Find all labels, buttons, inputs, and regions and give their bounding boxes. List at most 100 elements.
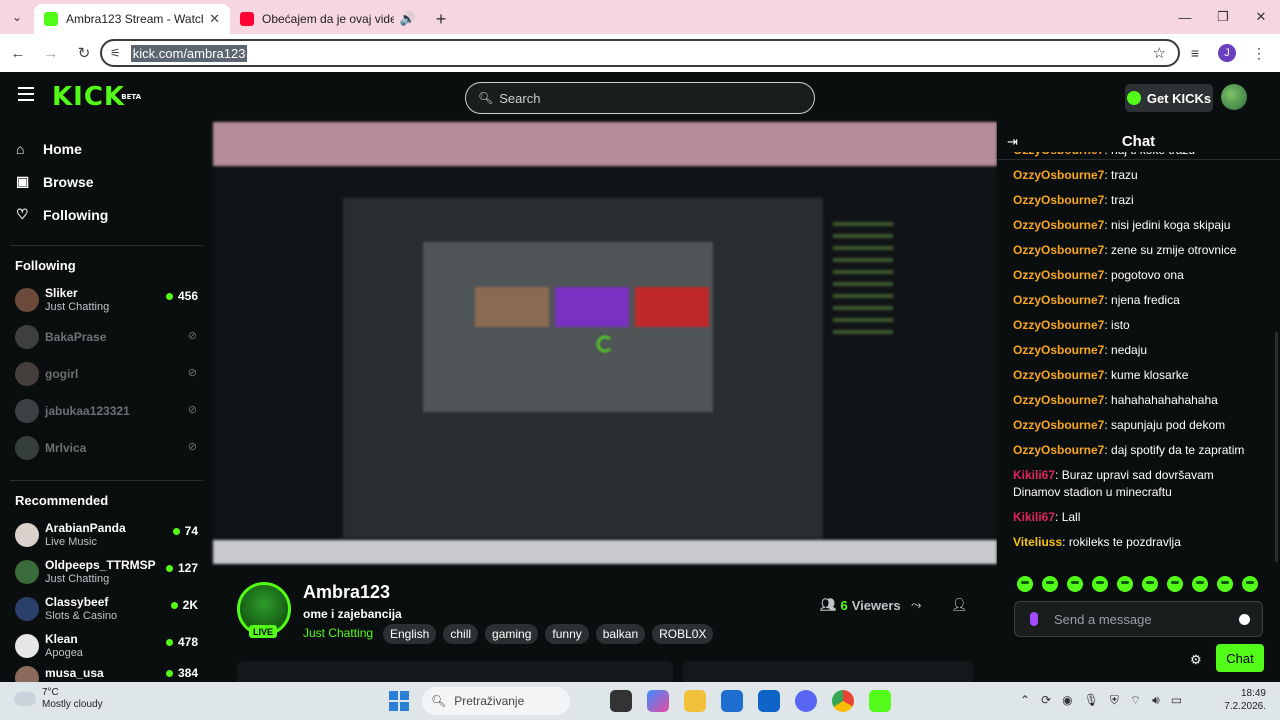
- emote-icon[interactable]: [1117, 576, 1133, 592]
- menu-icon[interactable]: [18, 87, 34, 101]
- url-text[interactable]: kick.com/ambra123: [130, 44, 248, 62]
- forward-icon[interactable]: →: [36, 38, 66, 68]
- following-channel-bakaprase[interactable]: BakaPrase ⊘: [0, 318, 213, 355]
- sync-icon[interactable]: ⟳: [1041, 693, 1051, 708]
- tab-search-icon[interactable]: ⌄: [0, 0, 34, 34]
- tag[interactable]: ROBL0X: [652, 624, 714, 644]
- browser-tab-youtube[interactable]: Obećajem da je ovaj video 🔊: [230, 4, 426, 34]
- steam-icon[interactable]: ◉: [1062, 693, 1072, 708]
- chat-username[interactable]: OzzyOsbourne7: [1013, 243, 1104, 257]
- get-kicks-button[interactable]: Get KICKs: [1125, 84, 1213, 112]
- follow-user-icon[interactable]: 👤︎: [951, 597, 968, 613]
- bookmark-star-icon[interactable]: ☆: [1153, 44, 1166, 62]
- browser-menu-icon[interactable]: ⋮: [1246, 38, 1272, 68]
- store-icon[interactable]: [721, 690, 743, 712]
- chat-username[interactable]: OzzyOsbourne7: [1013, 168, 1104, 182]
- taskbar-search[interactable]: 🔍︎ Pretraživanje: [422, 687, 570, 715]
- outlook-icon[interactable]: [758, 690, 780, 712]
- chat-username[interactable]: OzzyOsbourne7: [1013, 293, 1104, 307]
- chat-message-input[interactable]: Send a message: [1014, 601, 1263, 637]
- profile-avatar[interactable]: J: [1218, 44, 1236, 62]
- new-tab-button[interactable]: +: [426, 4, 456, 34]
- chat-username[interactable]: OzzyOsbourne7: [1013, 193, 1104, 207]
- chat-username[interactable]: Kikili67: [1013, 468, 1055, 482]
- emote-icon[interactable]: [1192, 576, 1208, 592]
- chevron-up-icon[interactable]: ⌃: [1020, 693, 1030, 708]
- chat-username[interactable]: Viteliuss: [1013, 535, 1062, 549]
- tag[interactable]: chill: [443, 624, 479, 644]
- security-icon[interactable]: ⛨: [1110, 693, 1119, 708]
- media-controls-icon[interactable]: ≡: [1182, 38, 1208, 68]
- nav-home[interactable]: ⌂ Home: [0, 132, 213, 165]
- kick-app-icon[interactable]: [869, 690, 891, 712]
- nav-following[interactable]: ♡ Following: [0, 198, 213, 231]
- recommended-channel-klean[interactable]: Klean Apogea 478: [0, 627, 213, 664]
- microphone-icon[interactable]: [1030, 612, 1038, 626]
- speaker-icon[interactable]: 🔊: [400, 11, 416, 27]
- copilot-icon[interactable]: [647, 690, 669, 712]
- emote-icon[interactable]: [1092, 576, 1108, 592]
- following-channel-jabukaa[interactable]: jabukaa123321 ⊘: [0, 392, 213, 429]
- recommended-channel-oldpeeps[interactable]: Oldpeeps_TTRMSP Just Chatting 127: [0, 553, 213, 590]
- emoji-picker-icon[interactable]: [1239, 613, 1250, 625]
- emote-icon[interactable]: [1242, 576, 1258, 592]
- chat-username[interactable]: Kikili67: [1013, 510, 1055, 524]
- search-input[interactable]: 🔍︎ Search: [465, 82, 815, 114]
- nav-browse[interactable]: ▣ Browse: [0, 165, 213, 198]
- recommended-channel-musa-usa[interactable]: musa_usa 384: [0, 664, 213, 690]
- kick-logo[interactable]: KICK BETA: [52, 84, 141, 110]
- system-clock[interactable]: 18:49 7.2.2026.: [1224, 687, 1266, 713]
- chat-settings-gear-icon[interactable]: ⚙: [1190, 652, 1202, 668]
- following-channel-gogirl[interactable]: gogirl ⊘: [0, 355, 213, 392]
- chat-username[interactable]: OzzyOsbourne7: [1013, 318, 1104, 332]
- following-channel-mrlvica[interactable]: Mrlvica ⊘: [0, 429, 213, 466]
- battery-icon[interactable]: ▭: [1171, 693, 1182, 708]
- back-icon[interactable]: ←: [3, 38, 33, 68]
- chat-username[interactable]: OzzyOsbourne7: [1013, 393, 1104, 407]
- browser-tab-kick[interactable]: Ambra123 Stream - Watch Live ✕: [34, 4, 230, 34]
- share-icon[interactable]: ⤳: [911, 597, 921, 613]
- tag[interactable]: balkan: [595, 624, 646, 644]
- chat-username[interactable]: OzzyOsbourne7: [1013, 443, 1104, 457]
- emote-icon[interactable]: [1167, 576, 1183, 592]
- close-window-icon[interactable]: ✕: [1242, 0, 1280, 34]
- discord-icon[interactable]: [795, 690, 817, 712]
- stream-category-link[interactable]: Just Chatting: [303, 626, 373, 640]
- task-view-icon[interactable]: [610, 690, 632, 712]
- emote-icon[interactable]: [1142, 576, 1158, 592]
- chat-username[interactable]: OzzyOsbourne7: [1013, 218, 1104, 232]
- recommended-channel-arabianpanda[interactable]: ArabianPanda Live Music 74: [0, 516, 213, 553]
- chat-username[interactable]: OzzyOsbourne7: [1013, 152, 1104, 157]
- emote-icon[interactable]: [1042, 576, 1058, 592]
- following-channel-sliker[interactable]: Sliker Just Chatting 456: [0, 281, 213, 318]
- chrome-icon[interactable]: [832, 690, 854, 712]
- maximize-icon[interactable]: ❐: [1204, 0, 1242, 34]
- chat-scrollbar[interactable]: [1275, 332, 1278, 562]
- microphone-icon[interactable]: 🎙︎: [1084, 693, 1099, 708]
- file-explorer-icon[interactable]: [684, 690, 706, 712]
- streamer-name[interactable]: Ambra123: [303, 582, 390, 603]
- send-chat-button[interactable]: Chat: [1216, 644, 1264, 672]
- windows-start-icon[interactable]: [389, 691, 409, 711]
- emote-icon[interactable]: [1017, 576, 1033, 592]
- emote-icon[interactable]: [1217, 576, 1233, 592]
- tag[interactable]: funny: [545, 624, 589, 644]
- video-player[interactable]: [213, 122, 997, 564]
- chat-username[interactable]: OzzyOsbourne7: [1013, 368, 1104, 382]
- close-tab-icon[interactable]: ✕: [209, 11, 220, 27]
- recommended-channel-classybeef[interactable]: Classybeef Slots & Casino 2K: [0, 590, 213, 627]
- tag[interactable]: gaming: [485, 624, 539, 644]
- address-bar[interactable]: ⚟ kick.com/ambra123 ☆: [100, 39, 1180, 67]
- reload-icon[interactable]: ↻: [69, 38, 99, 68]
- chat-username[interactable]: OzzyOsbourne7: [1013, 418, 1104, 432]
- site-info-icon[interactable]: ⚟: [110, 46, 121, 60]
- chat-username[interactable]: OzzyOsbourne7: [1013, 268, 1104, 282]
- volume-icon[interactable]: 🔊︎: [1152, 693, 1160, 708]
- emote-icon[interactable]: [1067, 576, 1083, 592]
- chat-username[interactable]: OzzyOsbourne7: [1013, 343, 1104, 357]
- weather-widget[interactable]: 7°C Mostly cloudy: [11, 686, 103, 711]
- wifi-icon[interactable]: ⌔: [1130, 693, 1141, 708]
- user-avatar[interactable]: [1221, 84, 1247, 110]
- minimize-icon[interactable]: —: [1166, 0, 1204, 34]
- tag[interactable]: English: [383, 624, 437, 644]
